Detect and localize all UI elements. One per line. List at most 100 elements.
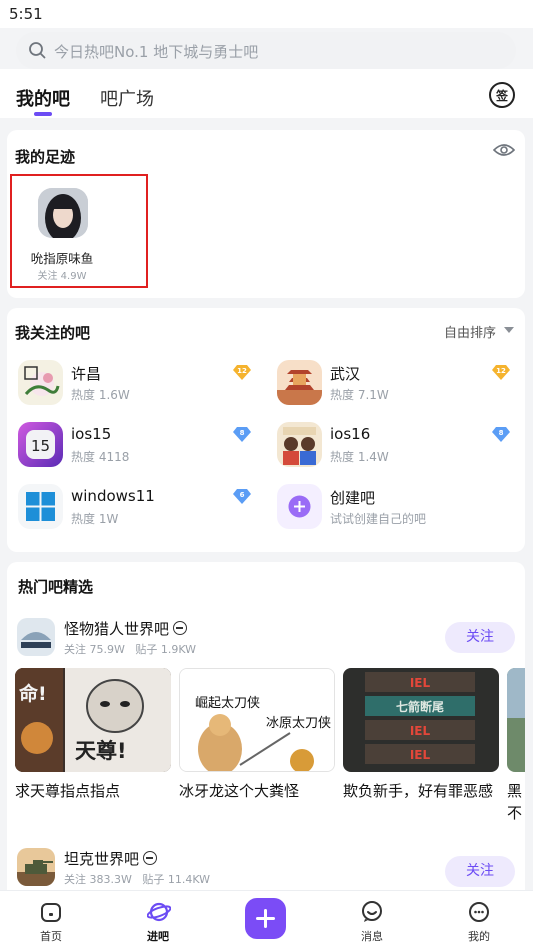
follow-button[interactable]: 关注: [445, 856, 515, 887]
create-post-button[interactable]: [245, 898, 286, 939]
status-bar: 5:51: [0, 0, 533, 28]
follow-button[interactable]: 关注: [445, 622, 515, 653]
thread-image-text: 命!: [19, 682, 47, 705]
caret-down-icon: [504, 327, 514, 333]
hot-title: 热门吧精选: [18, 578, 94, 596]
level-badge: 6: [233, 489, 251, 504]
ios15-icon: 15: [18, 422, 63, 467]
monster-hunter-icon: [17, 618, 55, 656]
thread-image-text: IEL: [410, 748, 431, 762]
hot-bar-name-text: 坦克世界吧: [64, 850, 140, 868]
level-number: 8: [239, 429, 245, 437]
tabbar-me[interactable]: 我的: [444, 891, 514, 948]
hot-bar-followers: 关注 383.3W: [64, 873, 132, 886]
footprint-avatar: [38, 188, 88, 238]
thread-image: 命! 天尊!: [15, 668, 171, 772]
hot-bars-card: 热门吧精选 怪物猎人世界吧 关注 75.9W 贴子 1.9KW 关注 命! 天尊…: [7, 562, 525, 892]
thread-image-text: 七箭断尾: [396, 699, 444, 714]
search-placeholder: 今日热吧No.1 地下城与勇士吧: [54, 43, 259, 61]
hot-bar-name: 怪物猎人世界吧: [64, 618, 188, 639]
thread-image-text: IEL: [410, 676, 431, 690]
level-badge: 8: [233, 427, 251, 442]
bar-name: ios16: [330, 425, 371, 443]
create-bar-button[interactable]: 创建吧 试试创建自己的吧: [277, 484, 517, 540]
hot-bar-row[interactable]: 怪物猎人世界吧 关注 75.9W 贴子 1.9KW 关注: [17, 618, 517, 658]
official-badge-icon: [143, 851, 158, 865]
home-icon: [41, 903, 61, 922]
bar-heat: 热度 1.6W: [71, 388, 130, 402]
tab-bar-square[interactable]: 吧广场: [100, 85, 154, 111]
bar-item-xuchang[interactable]: 许昌 热度 1.6W 12: [18, 360, 258, 416]
search-bar[interactable]: 今日热吧No.1 地下城与勇士吧: [16, 32, 516, 69]
thread-image-text: IEL: [410, 724, 431, 738]
thread-image: 崛起太刀侠 冰原太刀侠: [179, 668, 335, 772]
profile-icon: [469, 902, 489, 922]
bar-item-ios16[interactable]: ios16 热度 1.4W 8: [277, 422, 517, 478]
bar-heat: 热度 1W: [71, 512, 119, 526]
bar-hint: 试试创建自己的吧: [330, 512, 427, 526]
tabbar-me-label: 我的: [468, 930, 490, 943]
sign-in-button[interactable]: 签: [489, 82, 515, 108]
tabbar-messages-label: 消息: [361, 930, 383, 943]
bar-item-windows11[interactable]: windows11 热度 1W 6: [18, 484, 258, 540]
eye-icon[interactable]: [493, 142, 515, 158]
windows11-icon: [18, 484, 63, 529]
tab-my-bars[interactable]: 我的吧: [16, 85, 70, 111]
thread-image: IEL 七箭断尾 IEL IEL: [343, 668, 499, 772]
thread-caption: 求天尊指点指点: [15, 782, 121, 800]
bar-name: 许昌: [71, 365, 102, 383]
sort-dropdown[interactable]: 自由排序: [444, 322, 496, 341]
wuhan-icon: [277, 360, 322, 405]
thread-caption: 黑不: [507, 782, 523, 822]
status-time: 5:51: [9, 5, 43, 23]
official-badge-icon: [173, 621, 188, 635]
tank-world-icon: [17, 848, 55, 886]
hot-bar-row[interactable]: 坦克世界吧 关注 383.3W 贴子 11.4KW 关注: [17, 848, 517, 888]
footprints-card: 我的足迹 吮指原味鱼 关注 4.9W: [7, 130, 525, 298]
level-badge: 12: [492, 365, 510, 380]
footprint-item[interactable]: 吮指原味鱼 关注 4.9W: [10, 174, 148, 288]
bottom-tab-bar: 首页 进吧 消息 我的: [0, 890, 533, 948]
hot-bar-stats: 关注 383.3W 贴子 11.4KW: [64, 871, 210, 887]
bar-heat: 热度 4118: [71, 450, 130, 464]
xuchang-icon: [18, 360, 63, 405]
hot-bar-posts: 贴子 11.4KW: [142, 873, 211, 886]
thread-caption: 冰牙龙这个大粪怪: [179, 782, 300, 800]
message-icon: [362, 901, 382, 922]
followed-bars-card: 我关注的吧 自由排序 许昌 热度 1.6W 12 武汉 热度 7.1W 12 1…: [7, 308, 525, 552]
hot-bar-stats: 关注 75.9W 贴子 1.9KW: [64, 641, 196, 657]
level-badge: 8: [492, 427, 510, 442]
bar-name: 创建吧: [330, 489, 376, 507]
bar-name: 武汉: [330, 365, 361, 383]
hot-bar-name: 坦克世界吧: [64, 848, 158, 869]
bar-name: windows11: [71, 487, 155, 505]
tabbar-bars[interactable]: 进吧: [123, 891, 193, 948]
bar-heat: 热度 1.4W: [330, 450, 389, 464]
create-bar-icon: [277, 484, 322, 529]
sign-in-label: 签: [495, 88, 508, 103]
hot-bar-followers: 关注 75.9W: [64, 643, 125, 656]
footprints-title: 我的足迹: [15, 148, 76, 166]
footprint-name: 吮指原味鱼: [30, 251, 94, 266]
bar-item-wuhan[interactable]: 武汉 热度 7.1W 12: [277, 360, 517, 416]
bar-name: ios15: [71, 425, 112, 443]
bar-item-ios15[interactable]: 15 ios15 热度 4118 8: [18, 422, 258, 478]
bar-heat: 热度 7.1W: [330, 388, 389, 402]
level-number: 12: [237, 367, 247, 375]
followed-title: 我关注的吧: [15, 324, 91, 342]
ios16-icon: [277, 422, 322, 467]
thread-caption: 欺负新手，好有罪恶感: [343, 782, 494, 800]
tabbar-messages[interactable]: 消息: [337, 891, 407, 948]
tabbar-home[interactable]: 首页: [16, 891, 86, 948]
footprint-followers: 关注 4.9W: [37, 271, 87, 282]
svg-text:15: 15: [31, 437, 50, 455]
thread-image-text: 冰原太刀侠: [266, 716, 331, 731]
hot-bar-posts: 贴子 1.9KW: [135, 643, 197, 656]
thread-image: [507, 668, 525, 772]
level-number: 6: [239, 491, 245, 499]
hot-bar-name-text: 怪物猎人世界吧: [64, 620, 170, 638]
hot-threads: 命! 天尊! 求天尊指点指点 崛起太刀侠 冰原太刀侠 冰牙龙这个大粪怪 IEL …: [15, 668, 525, 828]
search-icon: [29, 42, 46, 59]
top-tabs: 我的吧 吧广场 签: [0, 69, 533, 118]
tabbar-bars-label: 进吧: [147, 930, 169, 943]
